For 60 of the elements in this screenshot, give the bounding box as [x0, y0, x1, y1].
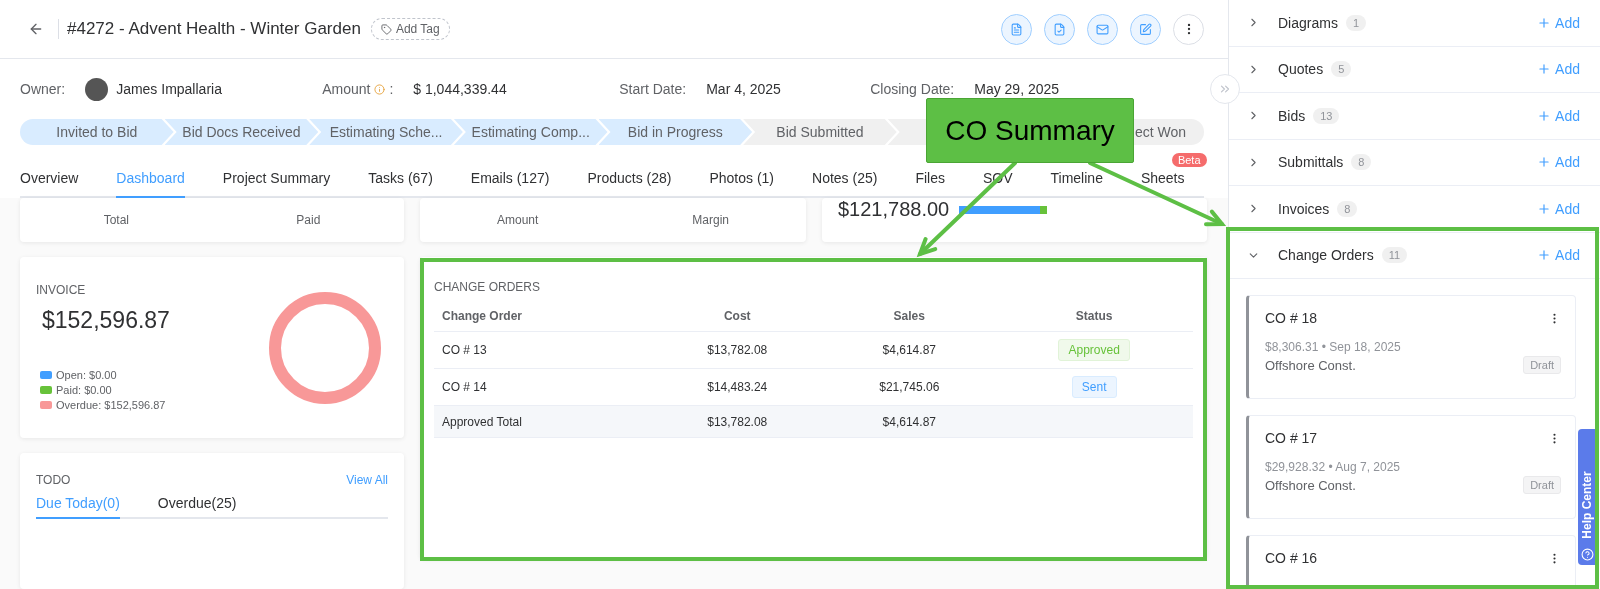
section-title: Change Orders — [1278, 247, 1374, 264]
table-cell: $4,614.87 — [823, 331, 996, 369]
summary-label: Paid — [296, 213, 321, 227]
summary-label: Amount — [497, 213, 539, 227]
legend-item: Overdue: $152,596.87 — [40, 397, 170, 413]
owner-value: James Impallaria — [116, 81, 223, 97]
section-title: Diagrams — [1278, 14, 1338, 31]
table-cell: CO # 13 — [434, 331, 652, 369]
change-order-meta: $8,306.31 • Sep 18, 2025 — [1265, 340, 1402, 354]
card-title: INVOICE — [36, 282, 87, 297]
beta-badge: Beta — [1171, 153, 1207, 167]
change-order-meta: $29,928.32 • Aug 7, 2025 — [1265, 460, 1401, 474]
count-badge: 8 — [1351, 154, 1372, 171]
status-tag: Sent — [1071, 376, 1117, 398]
invoice-total: $152,596.87 — [42, 306, 170, 334]
status-tag: Draft — [1523, 476, 1561, 494]
table-cell: CO # 14 — [434, 368, 652, 406]
legend-item: Paid: $0.00 — [40, 382, 170, 398]
start-date-label: Start Date: — [619, 81, 687, 97]
count-badge: 1 — [1345, 14, 1367, 31]
count-badge: 8 — [1337, 200, 1358, 217]
change-order-title: CO # 16 — [1265, 550, 1318, 566]
table-cell: $14,483.24 — [651, 368, 824, 406]
count-badge: 13 — [1313, 107, 1340, 124]
amount-label: Amount — [322, 81, 371, 97]
count-badge: 11 — [1381, 247, 1408, 264]
table-cell: $21,745.06 — [823, 368, 996, 406]
column-header: Status — [995, 301, 1193, 332]
change-order-title: CO # 17 — [1265, 430, 1318, 446]
summary-label: Total — [103, 213, 129, 227]
section-title: Bids — [1278, 107, 1306, 124]
summary-label: Margin — [692, 213, 729, 227]
page-title: #4272 - Advent Health - Winter Garden — [58, 19, 361, 39]
company-name: Offshore Const. — [1265, 357, 1356, 373]
closing-date-value: May 29, 2025 — [974, 81, 1060, 97]
table-cell: Approved Total — [434, 405, 652, 438]
amount-colon: : — [389, 81, 394, 97]
card-title: CHANGE ORDERS — [434, 280, 540, 294]
column-header: Sales — [823, 301, 996, 332]
card-title: TODO — [36, 473, 71, 487]
section-title: Invoices — [1278, 200, 1330, 217]
start-date-value: Mar 4, 2025 — [706, 81, 782, 97]
section-title: Quotes — [1278, 61, 1324, 78]
amount-value: $ 1,044,339.44 — [413, 81, 508, 97]
column-header: Cost — [651, 301, 824, 332]
owner-label: Owner: — [20, 81, 66, 97]
summary-value: $121,788.00 — [838, 198, 950, 221]
closing-date-label: Closing Date: — [870, 81, 955, 97]
company-name: Offshore Const. — [1265, 477, 1356, 493]
change-order-title: CO # 18 — [1265, 310, 1318, 326]
section-title: Submittals — [1278, 154, 1344, 171]
status-tag: Draft — [1523, 356, 1561, 374]
count-badge: 5 — [1331, 61, 1352, 78]
table-cell: $13,782.08 — [651, 331, 824, 369]
table-cell: $4,614.87 — [823, 405, 996, 438]
status-tag: Approved — [1058, 339, 1130, 361]
table-cell: $13,782.08 — [651, 405, 824, 438]
annotation-tooltip: CO Summary — [926, 98, 1134, 163]
legend-item: Open: $0.00 — [40, 367, 170, 383]
column-header: Change Order — [434, 301, 652, 332]
